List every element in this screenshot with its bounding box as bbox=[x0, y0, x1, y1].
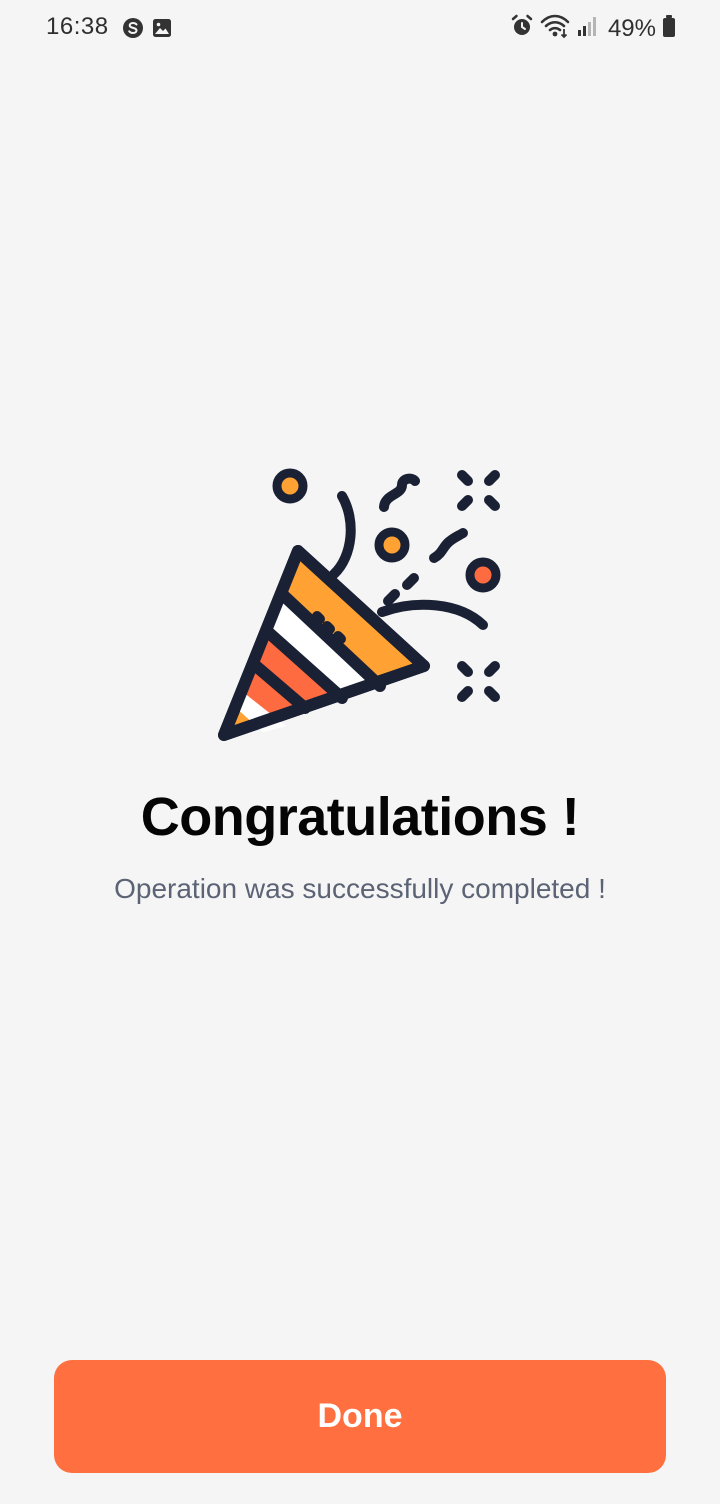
battery-icon bbox=[662, 14, 676, 43]
s-circle-icon bbox=[122, 17, 144, 44]
page-title: Congratulations ! bbox=[140, 787, 580, 847]
status-bar: 16:38 49% bbox=[0, 0, 720, 58]
party-popper-icon bbox=[214, 462, 514, 762]
done-button[interactable]: Done bbox=[54, 1360, 666, 1473]
status-time: 16:38 bbox=[46, 13, 109, 40]
status-left-icons bbox=[122, 17, 172, 44]
status-right-icons: 49% bbox=[510, 13, 676, 44]
alarm-icon bbox=[510, 14, 534, 43]
battery-percentage: 49% bbox=[607, 14, 656, 42]
image-icon bbox=[152, 18, 172, 43]
signal-icon bbox=[576, 15, 598, 42]
wifi-icon bbox=[540, 13, 570, 44]
success-message: Operation was successfully completed ! bbox=[114, 873, 606, 904]
